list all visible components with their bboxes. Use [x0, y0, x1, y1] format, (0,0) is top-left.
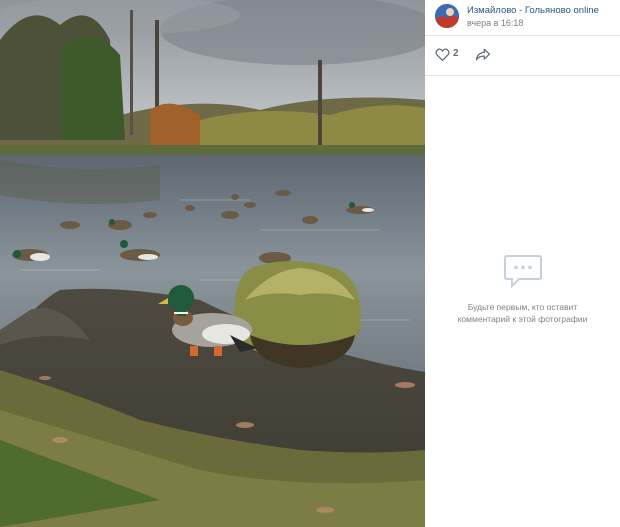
empty-comments-line-2: комментарий к этой фотографии	[457, 314, 588, 324]
post-author: Измайлово - Гольяново online вчера в 16:…	[435, 4, 620, 34]
divider	[425, 35, 620, 36]
comments-panel: Измайлово - Гольяново online вчера в 16:…	[425, 0, 620, 527]
photo-image	[0, 0, 425, 527]
post-timestamp[interactable]: вчера в 16:18	[467, 18, 523, 28]
post-photo[interactable]	[0, 0, 425, 527]
post-actions: 2	[435, 46, 615, 64]
heart-icon	[435, 48, 450, 61]
like-button[interactable]: 2	[435, 46, 465, 64]
empty-comments-text: Будьте первым, кто оставит комментарий к…	[425, 301, 620, 325]
empty-comments-line-1: Будьте первым, кто оставит	[467, 302, 578, 312]
divider	[425, 75, 620, 76]
share-arrow-icon	[475, 48, 491, 61]
like-count: 2	[453, 48, 459, 59]
empty-comments-state: Будьте первым, кто оставит комментарий к…	[425, 253, 620, 325]
comment-bubble-icon	[503, 255, 542, 289]
author-name-link[interactable]: Измайлово - Гольяново online	[467, 5, 599, 16]
share-button[interactable]	[475, 46, 493, 64]
community-avatar[interactable]	[435, 4, 459, 28]
